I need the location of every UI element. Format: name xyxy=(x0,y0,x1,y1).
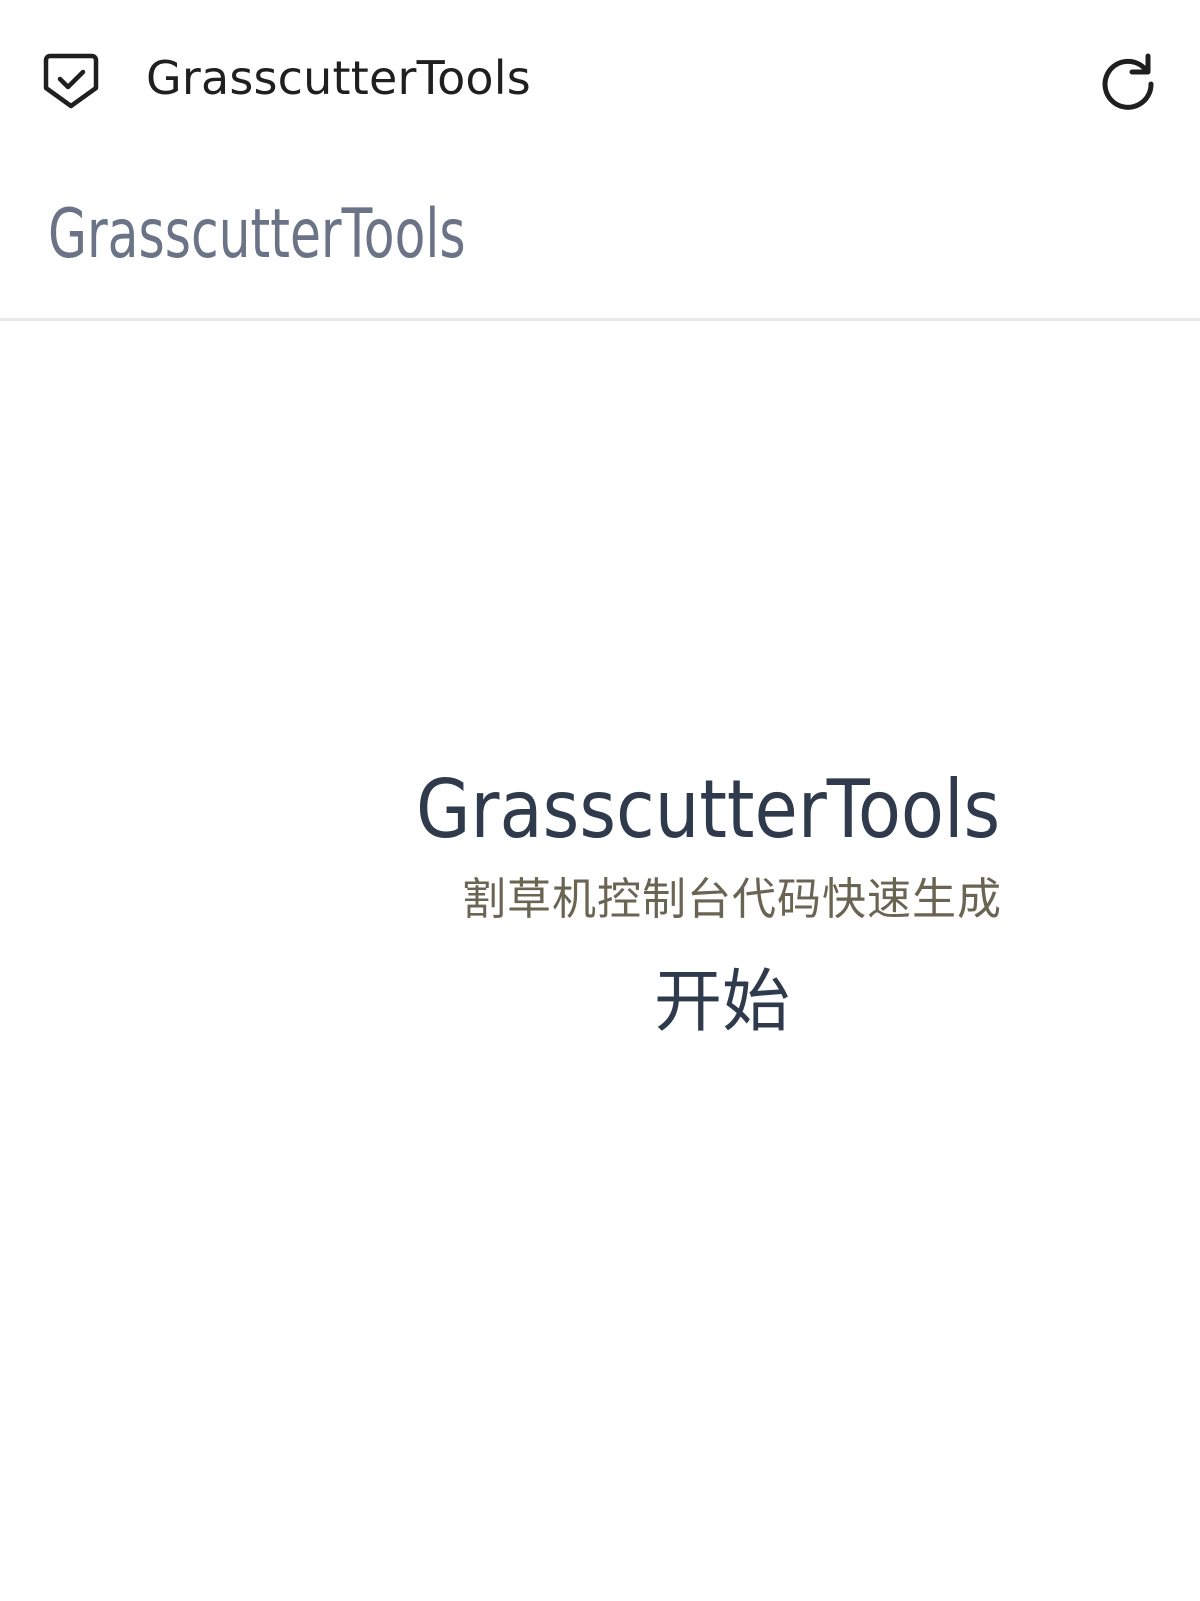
refresh-icon[interactable] xyxy=(1096,48,1160,112)
app-title: GrasscutterTools xyxy=(146,51,531,105)
shield-check-icon xyxy=(43,53,99,109)
app-root: GrasscutterTools GrasscutterTools Grassc… xyxy=(0,0,1200,1601)
page-title: GrasscutterTools xyxy=(48,195,466,274)
top-app-bar: GrasscutterTools xyxy=(0,0,1200,160)
page-header: GrasscutterTools xyxy=(0,160,1200,321)
hero-subtitle: 割草机控制台代码快速生成 xyxy=(462,875,1002,924)
start-button[interactable]: 开始 xyxy=(654,958,790,1048)
hero-title: GrasscutterTools xyxy=(416,763,1001,856)
